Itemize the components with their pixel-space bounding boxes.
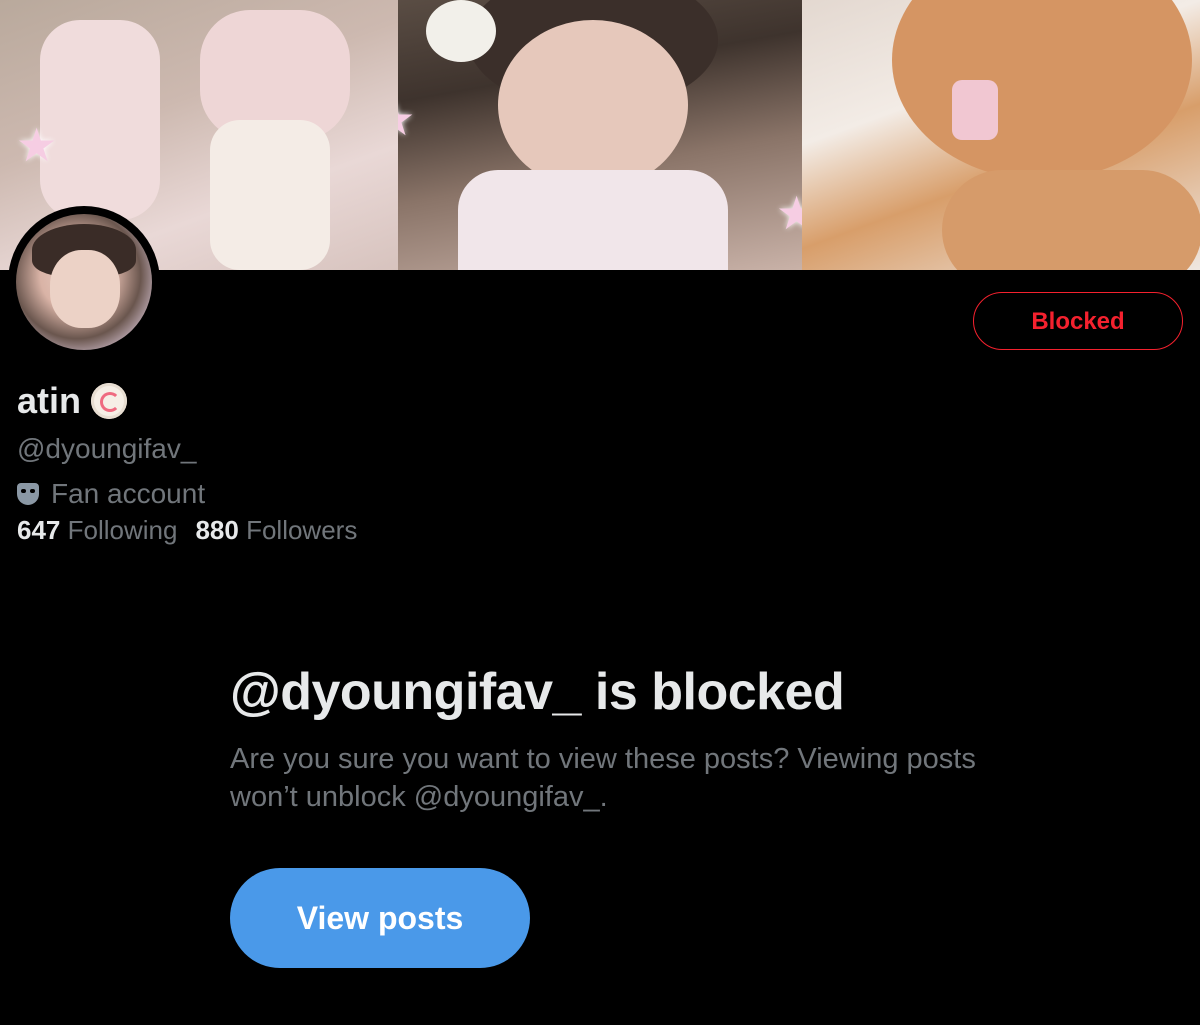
profile-display-name: atin — [17, 380, 128, 422]
profile-category: Fan account — [17, 478, 205, 510]
following-count: 647 — [17, 515, 61, 545]
blocked-message: Are you sure you want to view these post… — [230, 743, 976, 813]
mask-icon — [17, 483, 39, 505]
followers-label: Followers — [246, 515, 358, 545]
star-sticker-icon: ★ — [16, 119, 58, 171]
followers-count: 880 — [195, 515, 239, 545]
profile-handle: @dyoungifav_ — [17, 433, 197, 464]
following-label: Following — [67, 515, 178, 545]
banner-photo-selfie: ★ ★ — [398, 0, 802, 270]
following-link[interactable]: 647 Following — [17, 515, 177, 546]
profile-stats: 647 Following 880 Followers — [17, 515, 357, 546]
star-sticker-icon: ★ — [398, 96, 415, 142]
avatar-image — [16, 214, 152, 350]
profile-avatar[interactable] — [8, 206, 160, 358]
category-label: Fan account — [51, 478, 206, 509]
narutomaki-badge-icon — [91, 383, 128, 419]
followers-link[interactable]: 880 Followers — [195, 515, 357, 546]
view-posts-button[interactable]: View posts — [230, 868, 530, 968]
profile-banner[interactable]: ★ ★ ★ — [0, 0, 1200, 270]
star-sticker-icon: ★ — [776, 187, 802, 239]
display-name-text: atin — [17, 380, 82, 421]
banner-photo-cat — [802, 0, 1200, 270]
blocked-title: @dyoungifav_ is blocked — [230, 663, 845, 721]
blocked-button[interactable]: Blocked — [973, 292, 1183, 350]
